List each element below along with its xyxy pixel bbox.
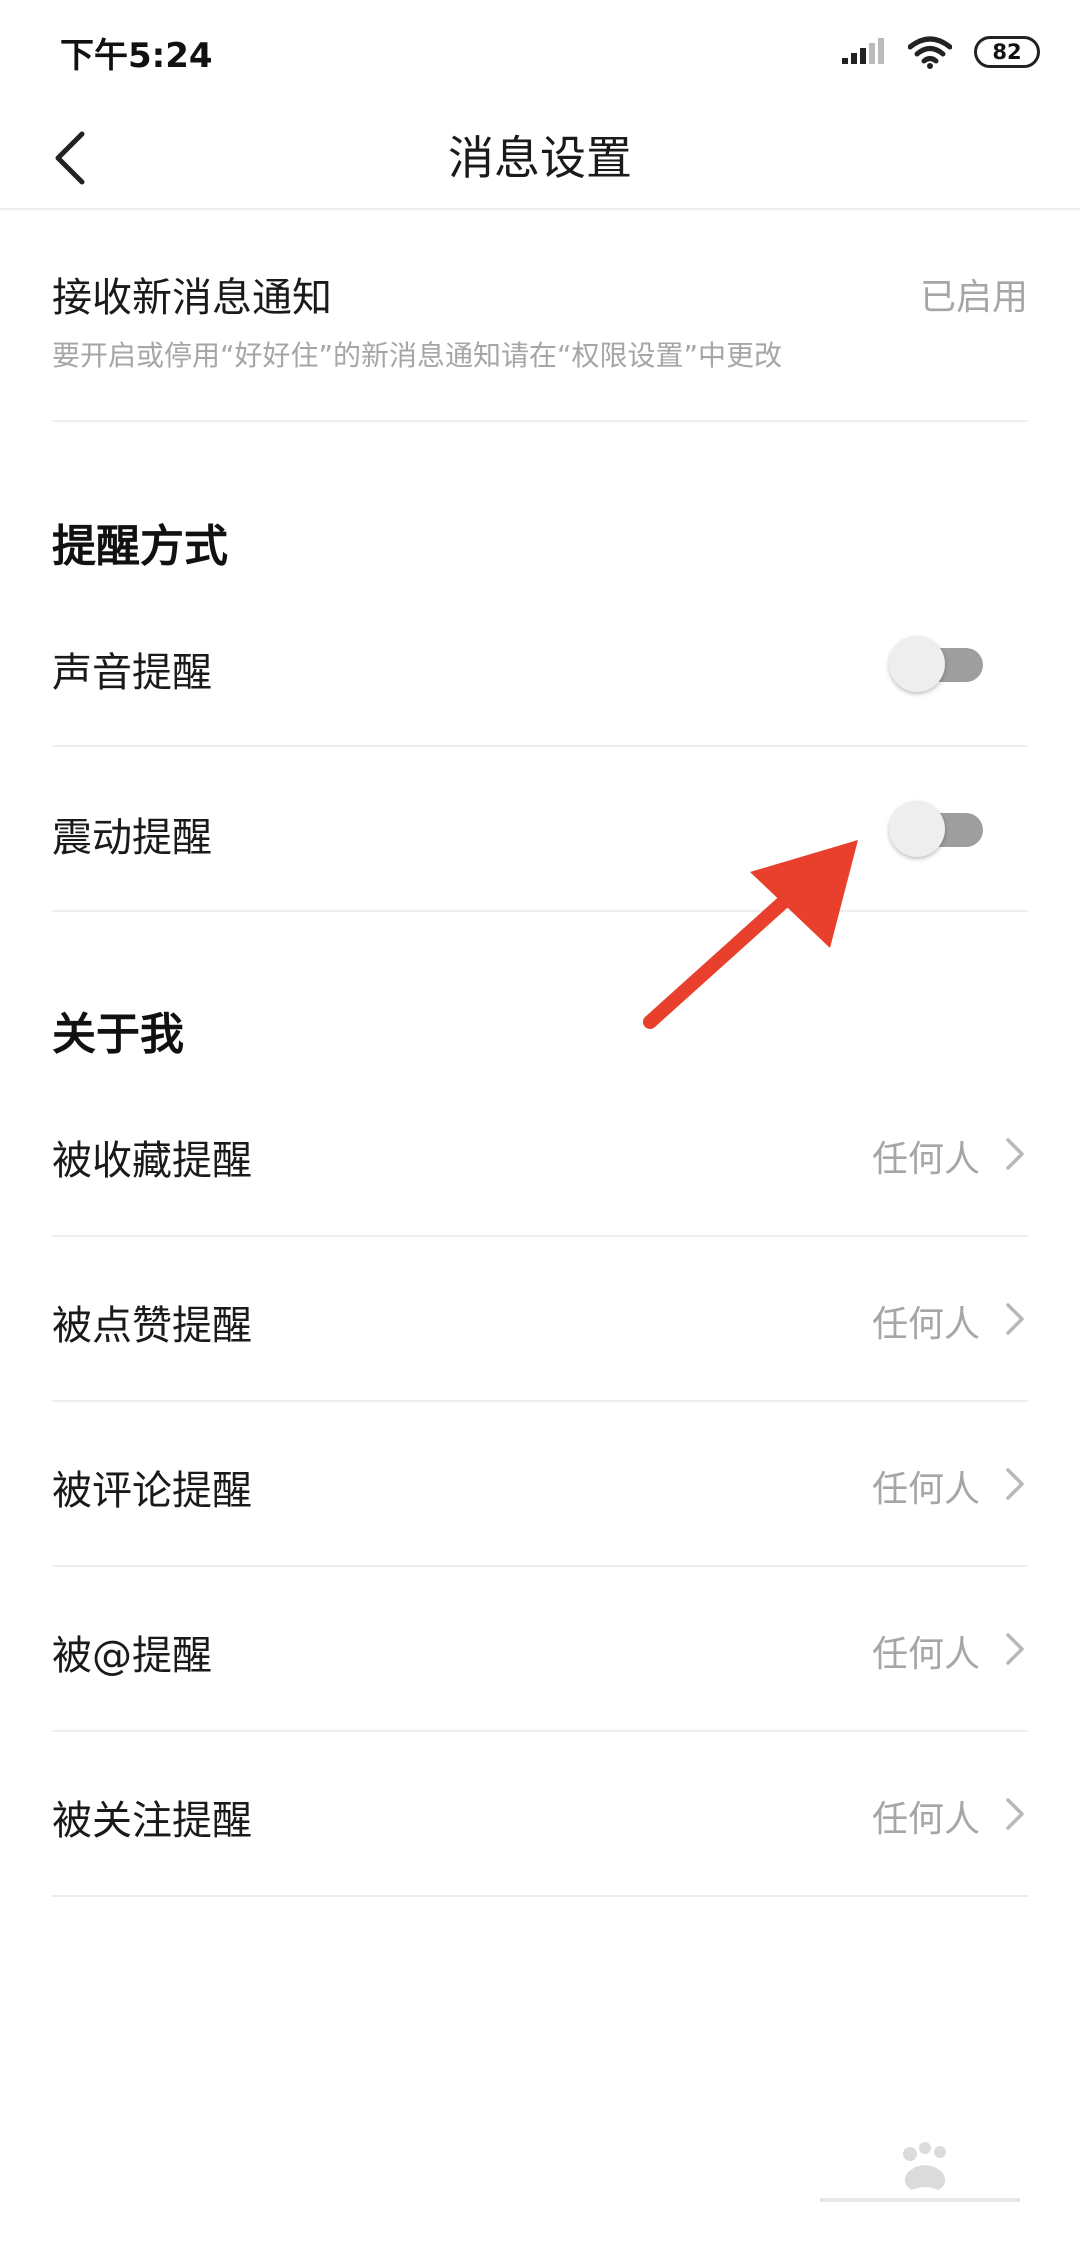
divider — [52, 910, 1028, 912]
favorited-reminder-label: 被收藏提醒 — [52, 1138, 252, 1184]
toggle-knob — [889, 801, 945, 857]
mentioned-reminder-value: 任何人 — [871, 1634, 980, 1675]
nav-bar: 消息设置 — [0, 100, 1080, 210]
status-icons: 82 — [842, 32, 1040, 72]
section-header-about-me: 关于我 — [52, 1009, 184, 1060]
chevron-right-icon — [1006, 1468, 1024, 1500]
divider — [52, 1895, 1028, 1897]
message-settings-page: 下午5:24 82 消息设置 接收新消息通知 已启用 要开启或停用“好好住”的新… — [0, 0, 1080, 2248]
notification-description: 要开启或停用“好好住”的新消息通知请在“权限设置”中更改 — [52, 339, 783, 372]
notification-title: 接收新消息通知 — [52, 275, 332, 321]
annotation-arrow-icon — [643, 840, 858, 1029]
divider — [52, 1235, 1028, 1237]
status-time: 下午5:24 — [60, 36, 213, 76]
followed-reminder-value: 任何人 — [871, 1799, 980, 1840]
baidu-watermark-logo — [820, 2142, 1020, 2202]
divider — [52, 1400, 1028, 1402]
commented-reminder-value: 任何人 — [871, 1469, 980, 1510]
sound-reminder-toggle[interactable] — [889, 636, 985, 692]
chevron-right-icon — [1006, 1633, 1024, 1665]
toggle-knob — [889, 636, 945, 692]
divider — [52, 1565, 1028, 1567]
liked-reminder-value: 任何人 — [871, 1304, 980, 1345]
signal-icon — [842, 38, 884, 64]
wifi-icon — [908, 36, 952, 69]
commented-reminder-label: 被评论提醒 — [52, 1468, 252, 1514]
vibration-reminder-label: 震动提醒 — [52, 815, 212, 861]
section-header-reminder: 提醒方式 — [52, 521, 228, 572]
divider — [52, 420, 1028, 422]
followed-reminder-label: 被关注提醒 — [52, 1798, 252, 1844]
mentioned-reminder-label: 被@提醒 — [52, 1633, 212, 1679]
divider — [52, 745, 1028, 747]
page-title: 消息设置 — [448, 131, 632, 185]
status-bar: 下午5:24 82 — [0, 0, 1080, 100]
battery-icon: 82 — [974, 36, 1040, 68]
divider — [52, 1730, 1028, 1732]
chevron-right-icon — [1006, 1798, 1024, 1830]
sound-reminder-label: 声音提醒 — [52, 650, 212, 696]
chevron-right-icon — [1006, 1303, 1024, 1335]
notification-status: 已启用 — [919, 277, 1028, 318]
liked-reminder-label: 被点赞提醒 — [52, 1303, 252, 1349]
battery-level: 82 — [992, 40, 1022, 64]
chevron-right-icon — [1006, 1138, 1024, 1170]
favorited-reminder-value: 任何人 — [871, 1139, 980, 1180]
vibration-reminder-toggle[interactable] — [889, 801, 985, 857]
